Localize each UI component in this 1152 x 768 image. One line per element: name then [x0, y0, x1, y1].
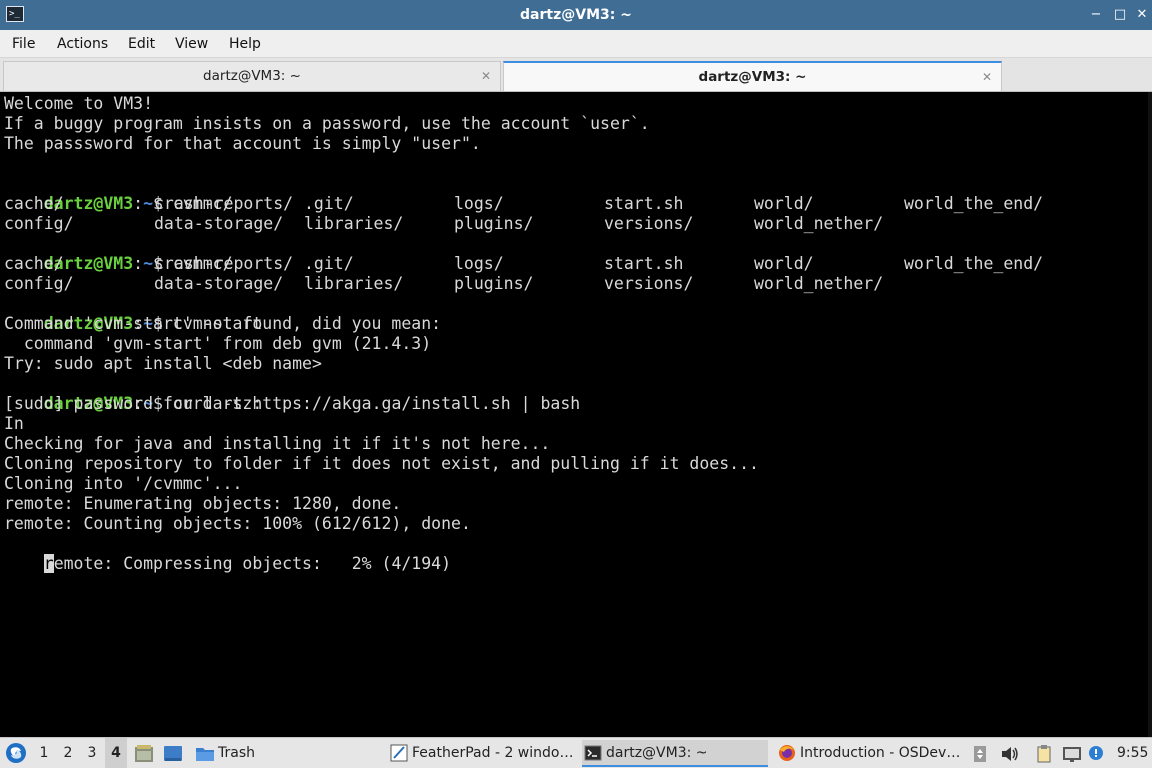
ls-entry: world/ [754, 254, 814, 273]
ls-entry: .git/ [304, 194, 354, 213]
task-label: dartz@VM3: ~ [606, 745, 708, 761]
output-line: remote: Enumerating objects: 1280, done. [4, 494, 402, 513]
tab-close-icon[interactable]: ✕ [979, 69, 995, 85]
ls-entry: cache/ [4, 254, 64, 273]
tab-label: dartz@VM3: ~ [203, 68, 301, 84]
volume-icon[interactable] [1000, 745, 1018, 762]
firefox-icon [779, 745, 795, 761]
ls-entry: config/ [4, 214, 74, 233]
output-line: Checking for java and installing it if i… [4, 434, 551, 453]
featherpad-icon [390, 744, 408, 762]
show-desktop-icon[interactable] [163, 745, 182, 762]
tab-terminal-1[interactable]: dartz@VM3: ~ ✕ [3, 61, 501, 91]
notification-icon[interactable] [1088, 745, 1106, 762]
menu-file[interactable]: File [12, 30, 35, 58]
scroll-indicator-icon[interactable] [972, 745, 990, 762]
task-label: FeatherPad - 2 windo… [412, 745, 574, 761]
ls-entry: start.sh [604, 254, 684, 273]
file-manager-icon[interactable] [134, 745, 153, 762]
minimize-icon[interactable]: − [1086, 5, 1106, 25]
network-icon[interactable] [1062, 745, 1081, 762]
tab-terminal-2[interactable]: dartz@VM3: ~ ✕ [503, 61, 1002, 91]
tab-bar: dartz@VM3: ~ ✕ dartz@VM3: ~ ✕ [0, 58, 1152, 92]
command-line: dartz@VM3:~$ cvmmc/ [4, 174, 233, 213]
output-line: [sudo] password for dartz: [4, 394, 263, 413]
ls-entry: crash-reports/ [154, 254, 294, 273]
tab-close-icon[interactable]: ✕ [478, 68, 494, 84]
ls-entry: start.sh [604, 194, 684, 213]
workspace-2[interactable]: 2 [57, 738, 79, 768]
ls-entry: plugins/ [454, 214, 534, 233]
terminal-icon [584, 745, 602, 761]
workspace-4[interactable]: 4 [105, 738, 127, 768]
ls-entry: logs/ [454, 194, 504, 213]
clipboard-icon[interactable] [1035, 745, 1053, 763]
folder-icon[interactable] [195, 745, 214, 762]
ls-row: cache/ crash-reports/ .git/ logs/ start.… [4, 254, 1144, 274]
menu-help[interactable]: Help [229, 30, 261, 58]
ls-entry: .git/ [304, 254, 354, 273]
terminal-output[interactable]: Welcome to VM3! If a buggy program insis… [0, 92, 1152, 737]
terminal-scrollbar[interactable] [1148, 92, 1152, 737]
motd-line: Welcome to VM3! [4, 94, 154, 113]
ls-entry: versions/ [604, 214, 694, 233]
ls-entry: world_nether/ [754, 274, 884, 293]
ls-entry: data-storage/ [154, 214, 284, 233]
ls-entry: plugins/ [454, 274, 534, 293]
start-menu-icon[interactable] [4, 738, 28, 768]
menu-actions[interactable]: Actions [57, 30, 108, 58]
output-line: remote: Compressing objects: 2% (4/194) [4, 534, 451, 573]
output-text: emote: Compressing objects: 2% (4/194) [53, 554, 452, 573]
output-line: remote: Counting objects: 100% (612/612)… [4, 514, 471, 533]
task-label: Introduction - OSDev… [800, 745, 961, 761]
tab-label: dartz@VM3: ~ [698, 69, 807, 85]
ls-entry: world/ [754, 194, 814, 213]
ls-entry: versions/ [604, 274, 694, 293]
output-line: command 'gvm-start' from deb gvm (21.4.3… [4, 334, 432, 353]
output-line: Cloning repository to folder if it does … [4, 454, 759, 473]
ls-entry: libraries/ [304, 214, 404, 233]
close-icon[interactable]: ✕ [1132, 5, 1152, 25]
ls-row: config/ data-storage/ libraries/ plugins… [4, 274, 1144, 294]
task-terminal[interactable]: dartz@VM3: ~ [582, 740, 768, 767]
output-line: Command 'cvm-start' not found, did you m… [4, 314, 442, 333]
motd-line: If a buggy program insists on a password… [4, 114, 650, 133]
output-line: Try: sudo apt install <deb name> [4, 354, 322, 373]
ls-entry: world_the_end/ [904, 194, 1044, 213]
ls-row: cache/ crash-reports/ .git/ logs/ start.… [4, 194, 1144, 214]
command-line: dartz@VM3:~$ cvm-start [4, 294, 263, 333]
motd-line: The passsword for that account is simply… [4, 134, 481, 153]
workspace-1[interactable]: 1 [33, 738, 55, 768]
output-line: Cloning into '/cvmmc'... [4, 474, 243, 493]
text-cursor: r [43, 554, 54, 573]
ls-row: config/ data-storage/ libraries/ plugins… [4, 214, 1144, 234]
ls-entry: data-storage/ [154, 274, 284, 293]
title-bar[interactable]: >_ dartz@VM3: ~ − □ ✕ [0, 0, 1152, 30]
trash-launcher[interactable]: Trash [218, 738, 255, 768]
task-featherpad[interactable]: FeatherPad - 2 windo… [388, 740, 574, 767]
output-line: In [4, 414, 24, 433]
ls-entry: logs/ [454, 254, 504, 273]
ls-entry: world_the_end/ [904, 254, 1044, 273]
ls-entry: cache/ [4, 194, 64, 213]
window-title: dartz@VM3: ~ [520, 7, 632, 23]
ls-entry: world_nether/ [754, 214, 884, 233]
taskbar: 1 2 3 4 Trash FeatherPad - 2 windo… dart… [0, 737, 1152, 768]
menu-edit[interactable]: Edit [128, 30, 155, 58]
maximize-icon[interactable]: □ [1110, 5, 1130, 25]
command-line: dartz@VM3:~$ cvmmc/ [4, 234, 233, 273]
clock[interactable]: 9:55 [1117, 738, 1148, 768]
menu-view[interactable]: View [175, 30, 208, 58]
task-firefox[interactable]: Introduction - OSDev… [776, 740, 964, 767]
workspace-3[interactable]: 3 [81, 738, 103, 768]
ls-entry: crash-reports/ [154, 194, 294, 213]
command-line: dartz@VM3:~$ curl -s https://akga.ga/ins… [4, 374, 580, 413]
ls-entry: config/ [4, 274, 74, 293]
ls-entry: libraries/ [304, 274, 404, 293]
menu-bar: File Actions Edit View Help [0, 30, 1152, 58]
